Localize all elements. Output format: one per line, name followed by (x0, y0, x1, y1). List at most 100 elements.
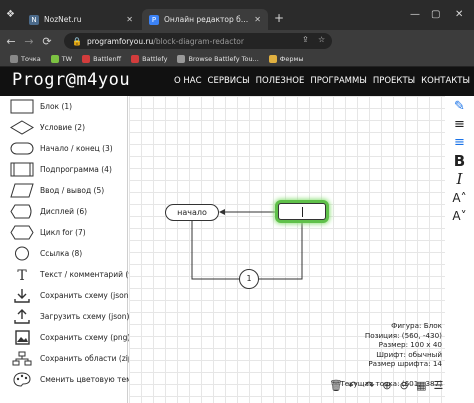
palette-save-png[interactable]: Сохранить схему (png) (0, 327, 131, 348)
nav-contacts[interactable]: КОНТАКТЫ (421, 76, 470, 86)
align-left-icon[interactable]: ≡ (445, 116, 474, 134)
grid-icon[interactable]: ▦ (415, 379, 428, 393)
tree-icon (12, 351, 32, 366)
nav-programs[interactable]: ПРОГРАММЫ (310, 76, 367, 86)
palette-subroutine[interactable]: Подпрограмма (4) (0, 159, 128, 180)
bookmark-item[interactable]: Фермы (268, 55, 304, 63)
palette-theme[interactable]: Сменить цветовую тему (0, 369, 136, 390)
bookmark-icon (50, 55, 59, 63)
font-increase-icon[interactable]: A˄ (445, 189, 474, 207)
bottom-toolbar: 🗑 ↶ ↷ ⊕ ⊖ ▦ ☰ (329, 379, 445, 393)
palette-label: Блок (1) (40, 102, 73, 111)
bookmark-item[interactable]: Точка (10, 55, 41, 63)
palette-label: Подпрограмма (4) (40, 165, 112, 174)
new-tab-button[interactable]: + (274, 11, 284, 25)
list-icon[interactable]: ☰ (432, 379, 445, 393)
palette-io[interactable]: Ввод / вывод (5) (0, 180, 128, 201)
info-font: Шрифт: обычный (376, 349, 442, 359)
palette-label: Дисплей (6) (40, 207, 88, 216)
bookmark-item[interactable]: TW (50, 55, 73, 63)
forward-icon[interactable]: → (22, 35, 36, 48)
redo-icon[interactable]: ↷ (363, 379, 376, 393)
palette-condition[interactable]: Условие (2) (0, 117, 128, 138)
close-tab-icon[interactable]: ✕ (254, 15, 261, 24)
diagram-canvas[interactable]: начало 1 Фигура: Блок Позиция: (560, -43… (129, 96, 445, 403)
block-shape-icon (10, 99, 34, 114)
svg-text:T: T (17, 268, 27, 282)
palette-text[interactable]: T Текст / комментарий (9) (0, 264, 136, 285)
info-size: Размер: 100 x 40 (378, 340, 442, 350)
palette-display[interactable]: Дисплей (6) (0, 201, 128, 222)
italic-icon[interactable]: I (445, 170, 474, 188)
image-icon (15, 330, 30, 345)
bold-icon[interactable]: B (445, 152, 474, 170)
palette-save-areas[interactable]: Сохранить области (zip) (0, 348, 136, 369)
share-icon[interactable]: ⇪ (302, 35, 309, 44)
site-logo[interactable]: Progr@m4you (12, 70, 130, 90)
bookmark-item[interactable]: Browse Battlefy Tou... (177, 55, 259, 63)
palette-save-json[interactable]: Сохранить схему (json) (0, 285, 132, 306)
window-close-icon[interactable]: ✕ (455, 9, 463, 20)
bookmark-icon (177, 55, 186, 63)
minimize-icon[interactable]: — (410, 9, 420, 20)
terminator-shape-icon (10, 142, 34, 155)
palette-label: Начало / конец (3) (40, 144, 113, 153)
tab-title: Онлайн редактор блок-схем | О (164, 15, 249, 24)
palette-terminator[interactable]: Начало / конец (3) (0, 138, 128, 159)
io-shape-icon (10, 183, 34, 198)
palette-block[interactable]: Блок (1) (0, 96, 128, 117)
browser-tab-editor[interactable]: P Онлайн редактор блок-схем | О ✕ (142, 9, 268, 30)
connector-node[interactable]: 1 (239, 269, 259, 289)
bookmark-label: Browse Battlefy Tou... (188, 55, 259, 63)
nav-projects[interactable]: ПРОЕКТЫ (373, 76, 415, 86)
bookmark-label: TW (61, 55, 73, 63)
browser-tab-bar: ❖ N NozNet.ru ✕ P Онлайн редактор блок-с… (0, 0, 474, 30)
selected-block-node[interactable] (278, 203, 326, 220)
browser-menu-icon[interactable]: ❖ (6, 9, 15, 20)
maximize-icon[interactable]: ▢ (431, 9, 440, 20)
info-position: Позиция: (560, -430) (364, 330, 442, 340)
nav-useful[interactable]: ПОЛЕЗНОЕ (256, 76, 305, 86)
tab-title: NozNet.ru (44, 15, 82, 24)
bookmarks-bar: Точка TW Battlenff Battlefy Browse Battl… (0, 52, 474, 67)
lock-icon: 🔒 (72, 36, 82, 46)
palette-connector[interactable]: Ссылка (8) (0, 243, 128, 264)
nav-services[interactable]: СЕРВИСЫ (208, 76, 250, 86)
palette-label: Ссылка (8) (40, 249, 83, 258)
bookmark-item[interactable]: Battlenff (82, 55, 121, 63)
palette-label: Загрузить схему (json) (40, 312, 130, 321)
start-node[interactable]: начало (165, 204, 219, 221)
site-header: Progr@m4you О НАС СЕРВИСЫ ПОЛЕЗНОЕ ПРОГР… (0, 67, 474, 96)
bookmark-star-icon[interactable]: ☆ (318, 35, 325, 44)
font-decrease-icon[interactable]: A˅ (445, 207, 474, 225)
address-bar[interactable]: 🔒 programforyou.ru /block-diagram-redact… (64, 33, 332, 49)
palette-label: Цикл for (7) (40, 228, 86, 237)
palette-label: Сохранить схему (png) (40, 333, 131, 342)
loop-shape-icon (10, 225, 34, 240)
upload-icon (14, 309, 30, 324)
line-connector-to-block (259, 220, 303, 280)
palette-loop[interactable]: Цикл for (7) (0, 222, 128, 243)
align-center-icon[interactable]: ≡ (445, 134, 474, 152)
browser-toolbar: ← → ⟳ 🔒 programforyou.ru /block-diagram-… (0, 30, 474, 76)
bookmark-item[interactable]: Battlefy (131, 55, 167, 63)
bookmark-icon (82, 55, 91, 63)
browser-tab-noznet[interactable]: N NozNet.ru ✕ (22, 9, 140, 30)
display-shape-icon (10, 204, 32, 219)
back-icon[interactable]: ← (4, 35, 18, 48)
pencil-icon[interactable]: ✎ (445, 98, 474, 116)
trash-icon[interactable]: 🗑 (329, 379, 343, 393)
zoom-out-icon[interactable]: ⊖ (398, 379, 411, 393)
bookmark-label: Фермы (279, 55, 304, 63)
palette-label: Условие (2) (40, 123, 85, 132)
palette-label: Сохранить схему (json) (40, 291, 132, 300)
nav-about[interactable]: О НАС (174, 76, 202, 86)
url-path: /block-diagram-redactor (153, 36, 244, 46)
palette-load-json[interactable]: Загрузить схему (json) (0, 306, 130, 327)
close-tab-icon[interactable]: ✕ (126, 15, 133, 24)
undo-icon[interactable]: ↶ (346, 379, 359, 393)
site-nav: О НАС СЕРВИСЫ ПОЛЕЗНОЕ ПРОГРАММЫ ПРОЕКТЫ… (174, 76, 470, 86)
reload-icon[interactable]: ⟳ (40, 35, 54, 48)
zoom-in-icon[interactable]: ⊕ (380, 379, 393, 393)
bookmark-label: Точка (21, 55, 41, 63)
